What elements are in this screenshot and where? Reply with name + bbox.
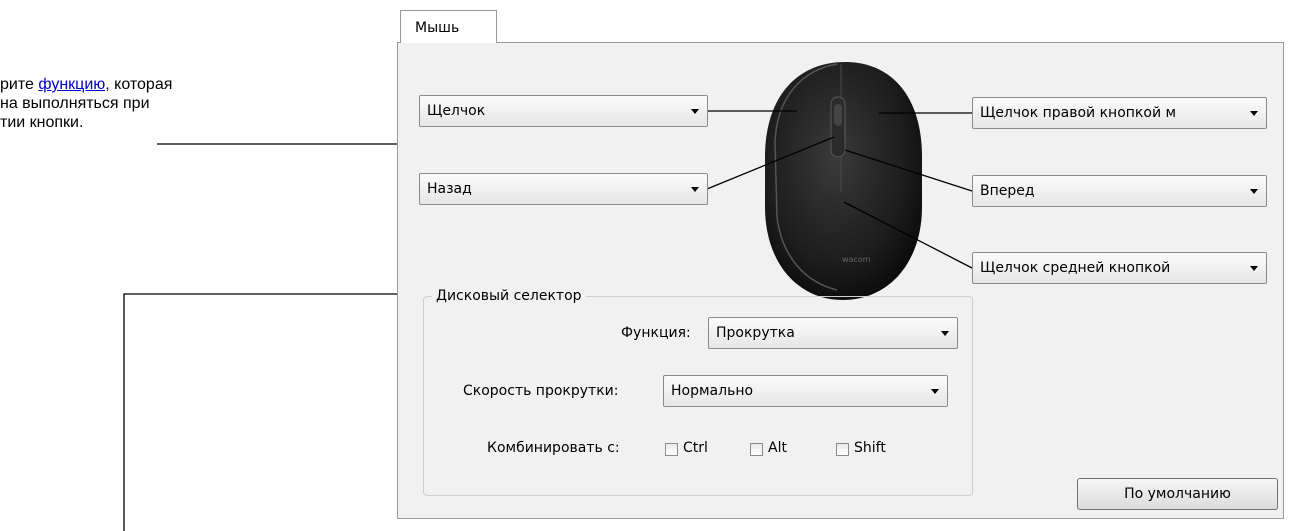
chevron-down-icon (1250, 266, 1258, 271)
chevron-down-icon (931, 389, 939, 394)
chevron-down-icon (941, 331, 949, 336)
mouse-brand-label: wacom (842, 255, 871, 264)
middle-button-dropdown[interactable]: Щелчок средней кнопкой (972, 252, 1267, 284)
combine-label: Комбинировать с: (487, 440, 620, 456)
function-dropdown[interactable]: Прокрутка (708, 317, 958, 349)
scroll-speed-dropdown[interactable]: Нормально (663, 375, 948, 407)
shift-checkbox[interactable] (836, 443, 849, 456)
chevron-down-icon (691, 109, 699, 114)
shift-label: Shift (854, 440, 886, 456)
alt-checkbox[interactable] (750, 443, 763, 456)
function-label: Функция: (621, 325, 691, 341)
tab-mouse[interactable]: Мышь (400, 10, 497, 43)
forward-button-dropdown[interactable]: Вперед (972, 175, 1267, 207)
chevron-down-icon (1250, 189, 1258, 194)
ctrl-checkbox[interactable] (665, 443, 678, 456)
default-button[interactable]: По умолчанию (1077, 478, 1278, 510)
scroll-speed-label: Скорость прокрутки: (463, 383, 619, 399)
back-button-dropdown[interactable]: Назад (419, 173, 708, 205)
chevron-down-icon (691, 187, 699, 192)
ctrl-label: Ctrl (683, 440, 708, 456)
wheel-group-title: Дисковый селектор (432, 288, 586, 304)
chevron-down-icon (1250, 111, 1258, 116)
right-button-dropdown[interactable]: Щелчок правой кнопкой м (972, 97, 1267, 129)
left-button-dropdown[interactable]: Щелчок (419, 95, 708, 127)
alt-label: Alt (768, 440, 787, 456)
